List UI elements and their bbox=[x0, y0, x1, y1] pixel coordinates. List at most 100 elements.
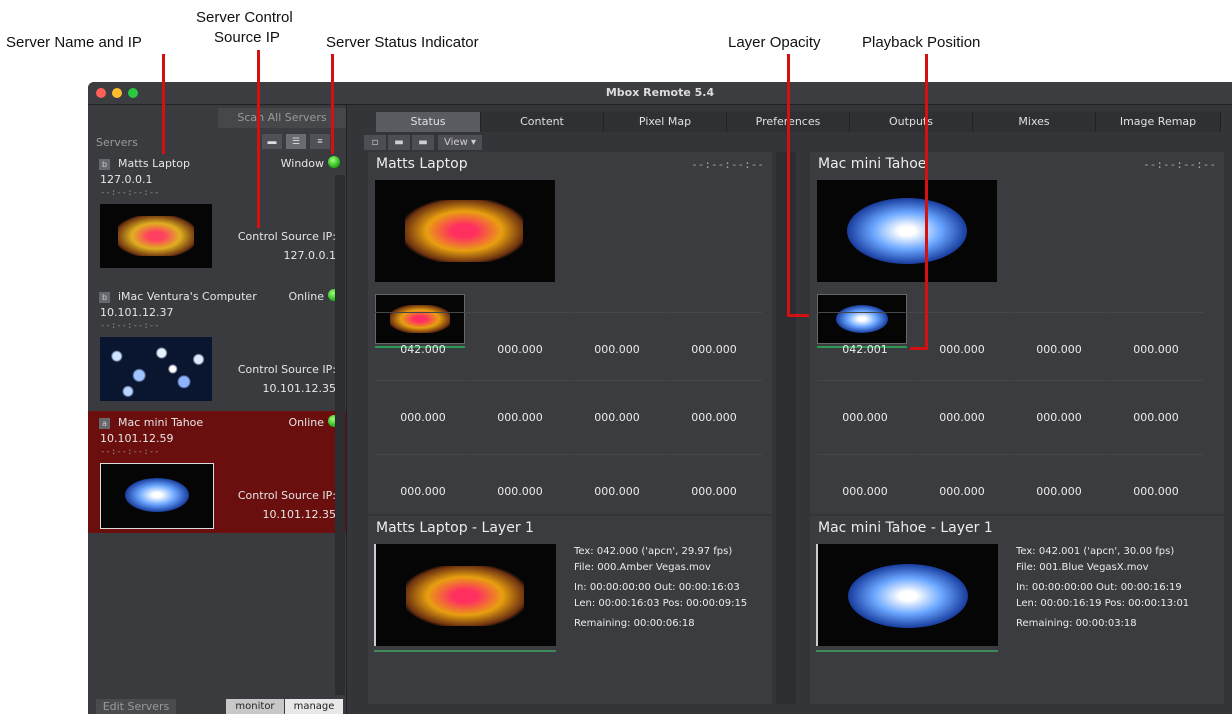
view-menu-button[interactable]: View ▾ bbox=[438, 135, 482, 150]
tab-image-remap[interactable]: Image Remap bbox=[1096, 112, 1221, 132]
layout-small-button[interactable]: ▫ bbox=[364, 135, 386, 150]
server-name: Mac mini Tahoe bbox=[118, 416, 204, 429]
callout-playback-position: Playback Position bbox=[862, 34, 981, 51]
callout-line-status bbox=[331, 54, 334, 154]
tab-bar: Status Content Pixel Map Preferences Out… bbox=[358, 112, 1232, 132]
layer-texture-value: 000.000 bbox=[497, 411, 543, 424]
layer-cell[interactable]: 000.000 bbox=[817, 380, 913, 424]
layer-cell[interactable]: 000.000 bbox=[666, 454, 762, 498]
layer-cell[interactable]: 000.000 bbox=[375, 380, 471, 424]
servers-label: Servers bbox=[96, 136, 138, 149]
layer-texture-value: 000.000 bbox=[1036, 485, 1082, 498]
server-timecode: --:--:--:-- bbox=[100, 447, 160, 457]
layer-cell[interactable]: 042.001 bbox=[817, 312, 913, 356]
sidebar-scrollbar[interactable] bbox=[335, 175, 345, 695]
tab-content[interactable]: Content bbox=[481, 112, 604, 132]
tab-pixel-map[interactable]: Pixel Map bbox=[604, 112, 727, 132]
status-led-icon bbox=[328, 156, 340, 168]
layer-title: Mac mini Tahoe - Layer 1 bbox=[818, 520, 993, 536]
view-compact-icon[interactable]: ≡ bbox=[310, 134, 330, 149]
server-ip: 10.101.12.59 bbox=[100, 432, 174, 445]
amber-blob bbox=[405, 200, 523, 262]
layer-cell[interactable]: 000.000 bbox=[569, 312, 665, 356]
in-out-info: In: 00:00:00:00 Out: 00:00:16:19 bbox=[1016, 582, 1182, 593]
server-sidebar: Scan All Servers Servers ▬ ☰ ≡ b Matts L… bbox=[88, 105, 347, 714]
layer-title: Matts Laptop - Layer 1 bbox=[376, 520, 534, 536]
server-status: Window bbox=[280, 157, 324, 170]
edit-servers-button[interactable]: Edit Servers bbox=[96, 699, 176, 714]
blue-blob bbox=[848, 564, 968, 628]
layer-cell[interactable]: 000.000 bbox=[1011, 454, 1107, 498]
server-ip: 127.0.0.1 bbox=[100, 173, 153, 186]
server-item-matts-laptop[interactable]: b Matts Laptop 127.0.0.1 --:--:--:-- Win… bbox=[88, 152, 346, 276]
layer-cell[interactable]: 000.000 bbox=[1108, 454, 1204, 498]
layer-texture-value: 000.000 bbox=[842, 411, 888, 424]
playback-bar bbox=[374, 650, 556, 652]
view-small-icon[interactable]: ▬ bbox=[262, 134, 282, 149]
tab-outputs[interactable]: Outputs bbox=[850, 112, 973, 132]
layer-detail-matts-laptop: Matts Laptop - Layer 1 Tex: 042.000 ('ap… bbox=[368, 516, 772, 704]
layer-cell[interactable]: 000.000 bbox=[472, 312, 568, 356]
server-timecode: --:--:--:-- bbox=[100, 321, 160, 331]
server-badge: b bbox=[99, 292, 110, 303]
server-timecode: --:--:--:-- bbox=[100, 188, 160, 198]
file-info: File: 000.Amber Vegas.mov bbox=[574, 562, 711, 573]
layer-cell[interactable]: 000.000 bbox=[914, 454, 1010, 498]
particles-image bbox=[100, 337, 212, 401]
layer-texture-value: 000.000 bbox=[497, 343, 543, 356]
layer-texture-value: 000.000 bbox=[1036, 343, 1082, 356]
layer-cell[interactable]: 000.000 bbox=[472, 380, 568, 424]
layer-cell[interactable]: 042.000 bbox=[375, 312, 471, 356]
layer-texture-value: 000.000 bbox=[1133, 485, 1179, 498]
control-source-label: Control Source IP: bbox=[237, 489, 336, 502]
layer-cell[interactable]: 000.000 bbox=[666, 312, 762, 356]
panel-splitter[interactable] bbox=[776, 152, 796, 704]
panel-title: Mac mini Tahoe bbox=[818, 156, 927, 172]
callout-line-opacity-h bbox=[787, 314, 809, 317]
control-source-ip: 127.0.0.1 bbox=[283, 249, 336, 262]
layer-texture-value: 000.000 bbox=[691, 485, 737, 498]
server-item-mac-mini-tahoe[interactable]: a Mac mini Tahoe 10.101.12.59 --:--:--:-… bbox=[88, 411, 346, 533]
blue-blob bbox=[847, 198, 967, 264]
layer-cell[interactable]: 000.000 bbox=[375, 454, 471, 498]
layer-cell[interactable]: 000.000 bbox=[1011, 380, 1107, 424]
callout-server-status: Server Status Indicator bbox=[326, 34, 479, 51]
layer-cell[interactable]: 000.000 bbox=[1011, 312, 1107, 356]
callout-server-control-line2: Source IP bbox=[214, 29, 280, 46]
control-source-label: Control Source IP: bbox=[237, 230, 336, 243]
layer-texture-value: 042.001 bbox=[842, 343, 888, 356]
tab-status[interactable]: Status bbox=[376, 112, 481, 132]
callout-line-name-ip bbox=[162, 54, 165, 154]
layer-texture-value: 000.000 bbox=[594, 411, 640, 424]
server-item-imac-ventura[interactable]: b iMac Ventura's Computer 10.101.12.37 -… bbox=[88, 285, 346, 409]
view-list-icon[interactable]: ☰ bbox=[286, 134, 306, 149]
tab-mixes[interactable]: Mixes bbox=[973, 112, 1096, 132]
len-pos-info: Len: 00:00:16:19 Pos: 00:00:13:01 bbox=[1016, 598, 1190, 609]
panel-title: Matts Laptop bbox=[376, 156, 468, 172]
layer-texture-value: 000.000 bbox=[842, 485, 888, 498]
layer-cell[interactable]: 000.000 bbox=[569, 380, 665, 424]
callout-line-playback-h bbox=[910, 347, 928, 350]
layer-cell[interactable]: 000.000 bbox=[569, 454, 665, 498]
file-info: File: 001.Blue VegasX.mov bbox=[1016, 562, 1149, 573]
scan-all-servers-button[interactable]: Scan All Servers bbox=[218, 108, 346, 128]
layer-cell[interactable]: 000.000 bbox=[666, 380, 762, 424]
callout-line-control-ip bbox=[257, 50, 260, 228]
layer-preview bbox=[374, 544, 556, 646]
layer-cell[interactable]: 000.000 bbox=[472, 454, 568, 498]
tex-info: Tex: 042.001 ('apcn', 30.00 fps) bbox=[1016, 546, 1175, 557]
layer-cell[interactable]: 000.000 bbox=[914, 380, 1010, 424]
control-source-label: Control Source IP: bbox=[237, 363, 336, 376]
monitor-mode-button[interactable]: monitor bbox=[226, 699, 284, 714]
layer-cell[interactable]: 000.000 bbox=[817, 454, 913, 498]
view-menu-label: View bbox=[444, 137, 468, 148]
layout-large-button[interactable]: ▬ bbox=[412, 135, 434, 150]
manage-mode-button[interactable]: manage bbox=[285, 699, 343, 714]
layer-texture-value: 000.000 bbox=[497, 485, 543, 498]
remaining-info: Remaining: 00:00:06:18 bbox=[574, 618, 695, 629]
layer-cell[interactable]: 000.000 bbox=[914, 312, 1010, 356]
layout-medium-button[interactable]: ▬ bbox=[388, 135, 410, 150]
layer-cell[interactable]: 000.000 bbox=[1108, 312, 1204, 356]
amber-blob bbox=[406, 566, 524, 626]
layer-cell[interactable]: 000.000 bbox=[1108, 380, 1204, 424]
